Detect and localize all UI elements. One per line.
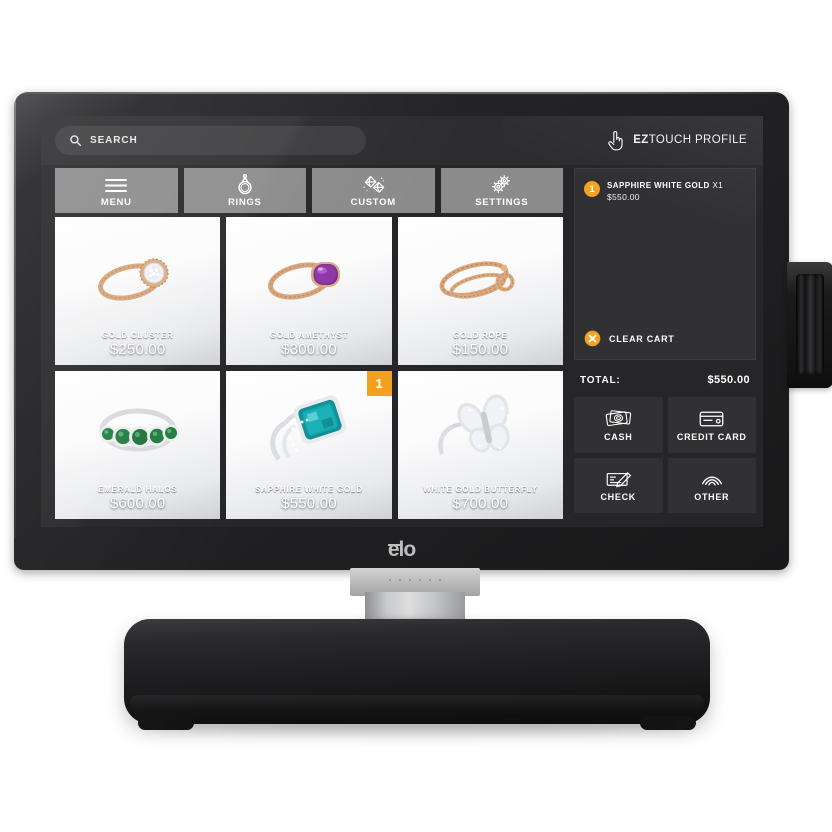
product-tile-gold-amethyst[interactable]: GOLD AMETHYST $300.00 [226, 217, 392, 365]
payment-button-credit-card-label: CREDIT CARD [676, 431, 747, 442]
product-tile-emerald-halos[interactable]: EMERALD HALOS $600.00 [55, 371, 221, 519]
check-icon [605, 468, 632, 489]
nav-tab-rings-label: RINGS [227, 196, 262, 208]
elo-brand-logo: elo [14, 538, 789, 562]
clear-cart-button[interactable]: CLEAR CART [584, 330, 675, 347]
top-bar: SEARCH EZTOUCH PROFILE [41, 116, 763, 165]
cart-item-price: $550.00 [607, 192, 640, 202]
gold-rope-ring-image [398, 221, 563, 328]
stand-base [124, 619, 710, 730]
bezel-highlight-left [14, 98, 16, 538]
nav-tab-rings[interactable]: RINGS [183, 168, 306, 213]
nav-tab-menu[interactable]: MENU [55, 168, 178, 213]
gold-amethyst-ring-image [226, 221, 391, 328]
elo-touchscreen-monitor: SEARCH EZTOUCH PROFILE MENU RINGS CUSTOM… [14, 92, 789, 570]
product-grid: GOLD CLUSTER $250.00 GOLD AMETHYST $300.… [55, 217, 563, 519]
product-caption: GOLD ROPE $150.00 [398, 331, 563, 358]
product-caption: SAPPHIRE WHITE GOLD $550.00 [226, 485, 391, 512]
product-name: SAPPHIRE WHITE GOLD [255, 485, 363, 494]
card-swipe-slot [796, 274, 824, 374]
product-price: $150.00 [452, 341, 509, 358]
cart-items-list: 1 SAPPHIRE WHITE GOLD X1 $550.00 CLEAR C… [574, 168, 756, 360]
nav-tab-bar: MENU RINGS CUSTOM SETTINGS [55, 168, 563, 213]
touch-hand-icon [608, 131, 623, 151]
eztouch-profile-label: EZTOUCH PROFILE [633, 134, 747, 146]
gears-icon [490, 174, 514, 195]
eztouch-profile-label-bold: EZ [633, 134, 649, 146]
drop-shadow [150, 716, 690, 732]
cart-item-details: SAPPHIRE WHITE GOLD X1 $550.00 [607, 181, 723, 202]
product-name: GOLD CLUSTER [101, 331, 174, 340]
cash-icon [605, 408, 632, 429]
nav-tab-custom-label: CUSTOM [350, 196, 396, 208]
hamburger-menu-icon [104, 174, 128, 195]
cart-item-name: SAPPHIRE WHITE GOLD X1 [607, 181, 723, 190]
product-tile-gold-cluster[interactable]: GOLD CLUSTER $250.00 [55, 217, 221, 365]
cart-total-row: TOTAL: $550.00 [574, 368, 756, 392]
product-name: GOLD AMETHYST [269, 331, 349, 340]
payment-button-cash[interactable]: CASH [574, 397, 663, 453]
cart-item-quantity-badge: 1 [584, 181, 600, 197]
product-tile-white-gold-butterfly[interactable]: WHITE GOLD BUTTERFLY $700.00 [397, 371, 563, 519]
payment-button-credit-card[interactable]: CREDIT CARD [667, 397, 756, 453]
cart-item-quantity-text: X1 [712, 181, 724, 190]
elo-logo-macron [387, 544, 401, 546]
product-price: $250.00 [109, 341, 166, 358]
pos-application-screen: SEARCH EZTOUCH PROFILE MENU RINGS CUSTOM… [41, 116, 763, 527]
stand-vent-dots [385, 578, 445, 582]
nav-tab-settings-label: SETTINGS [475, 196, 529, 208]
nav-tab-settings[interactable]: SETTINGS [440, 168, 563, 213]
product-quantity-badge: 1 [366, 371, 392, 396]
cart-total-value: $550.00 [707, 374, 750, 386]
payment-button-cash-label: CASH [604, 431, 633, 442]
gems-icon [361, 174, 386, 195]
product-caption: GOLD CLUSTER $250.00 [55, 331, 220, 358]
eztouch-profile-button[interactable]: EZTOUCH PROFILE [606, 128, 747, 152]
product-name: WHITE GOLD BUTTERFLY [423, 485, 538, 494]
gold-cluster-ring-image [55, 221, 220, 328]
elo-logo-text: elo [387, 538, 416, 561]
search-placeholder: SEARCH [90, 135, 138, 146]
product-price: $550.00 [281, 495, 337, 512]
product-caption: WHITE GOLD BUTTERFLY $700.00 [398, 485, 563, 512]
product-price: $700.00 [452, 495, 509, 512]
cart-line-item[interactable]: 1 SAPPHIRE WHITE GOLD X1 $550.00 [584, 181, 747, 202]
credit-card-icon [698, 408, 725, 429]
ring-icon [235, 173, 255, 195]
payment-button-other[interactable]: OTHER [667, 457, 756, 513]
x-circle-icon [584, 330, 601, 347]
product-price: $300.00 [281, 341, 337, 358]
emerald-halos-ring-image [55, 375, 220, 482]
product-price: $600.00 [109, 495, 166, 512]
eztouch-profile-label-rest: TOUCH PROFILE [648, 134, 747, 146]
cart-item-name-text: SAPPHIRE WHITE GOLD [607, 181, 710, 190]
stand-base-edge [130, 695, 704, 711]
screenshot-root: SEARCH EZTOUCH PROFILE MENU RINGS CUSTOM… [0, 0, 832, 832]
bezel-highlight-top [14, 92, 789, 94]
search-input[interactable]: SEARCH [55, 126, 366, 155]
cart-total-label: TOTAL: [580, 374, 621, 386]
clear-cart-label: CLEAR CART [609, 333, 675, 344]
nav-tab-custom[interactable]: CUSTOM [312, 168, 435, 213]
payment-button-check[interactable]: CHECK [574, 457, 663, 513]
product-tile-gold-rope[interactable]: GOLD ROPE $150.00 [397, 217, 563, 365]
product-caption: EMERALD HALOS $600.00 [55, 485, 220, 512]
product-name: GOLD ROPE [453, 331, 508, 340]
white-gold-butterfly-ring-image [398, 375, 563, 482]
magnetic-stripe-reader [787, 262, 832, 388]
product-caption: GOLD AMETHYST $300.00 [226, 331, 391, 358]
contactless-icon [699, 468, 725, 489]
payment-method-grid: CASH CREDIT CARD CHECK OTHER [574, 397, 756, 513]
payment-button-other-label: OTHER [694, 492, 730, 503]
cart-panel: 1 SAPPHIRE WHITE GOLD X1 $550.00 CLEAR C… [567, 168, 763, 519]
product-tile-sapphire-white-gold[interactable]: 1 SAPPHIRE WHITE GOLD $550.00 [226, 371, 392, 519]
nav-tab-menu-label: MENU [100, 196, 132, 208]
search-icon [70, 135, 82, 147]
payment-button-check-label: CHECK [600, 492, 636, 503]
product-name: EMERALD HALOS [98, 485, 178, 494]
